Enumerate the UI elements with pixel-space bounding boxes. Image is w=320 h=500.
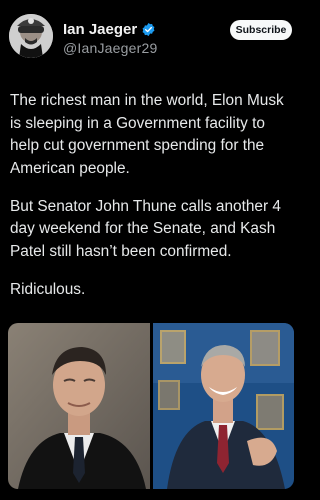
media-grid — [8, 323, 294, 489]
tweet-text: The richest man in the world, Elon Musk … — [10, 90, 294, 317]
media-photo-left[interactable] — [8, 323, 150, 489]
media-photo-right[interactable] — [152, 323, 295, 489]
tweet-paragraph-3: Ridiculous. — [10, 280, 86, 298]
photo-left-image — [8, 323, 150, 489]
verified-badge-icon — [141, 22, 156, 37]
tweet-card: Ian Jaeger @IanJaeger29 Subscribe The ri… — [0, 0, 300, 500]
subscribe-button[interactable]: Subscribe — [230, 20, 292, 40]
photo-right-image — [152, 323, 294, 489]
avatar-photo-icon — [9, 14, 53, 58]
tweet-paragraph-2: But Senator John Thune calls another 4 d… — [10, 197, 281, 260]
avatar[interactable] — [9, 14, 53, 58]
display-name-row: Ian Jaeger — [63, 20, 157, 38]
author-handle[interactable]: @IanJaeger29 — [63, 40, 157, 56]
author-names: Ian Jaeger @IanJaeger29 — [63, 20, 157, 57]
tweet-paragraph-1: The richest man in the world, Elon Musk … — [10, 92, 284, 177]
display-name[interactable]: Ian Jaeger — [63, 21, 137, 38]
tweet-header: Ian Jaeger @IanJaeger29 Subscribe — [9, 10, 294, 64]
